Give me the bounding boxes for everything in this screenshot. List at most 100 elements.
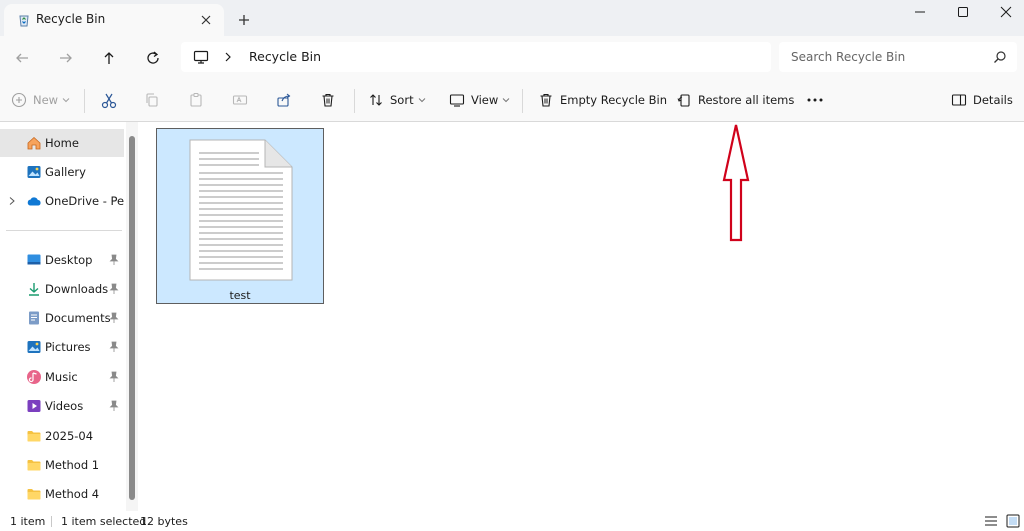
copy-button[interactable] [144, 92, 160, 108]
folder-icon [26, 457, 42, 473]
forward-arrow-icon[interactable] [56, 48, 76, 68]
annotation-arrow-icon [721, 122, 751, 244]
status-bar: 1 item 1 item selected 12 bytes [0, 511, 1024, 531]
sidebar-item-home[interactable]: Home [0, 129, 124, 157]
sidebar-item-pictures[interactable]: Pictures [0, 333, 124, 361]
search-icon[interactable] [993, 50, 1007, 64]
text-file-icon [189, 139, 293, 281]
back-arrow-icon[interactable] [12, 48, 32, 68]
large-icons-view-icon[interactable] [1006, 514, 1020, 528]
sidebar-item-music[interactable]: Music [0, 363, 124, 391]
videos-icon [26, 398, 42, 414]
paste-button[interactable] [188, 92, 204, 108]
sidebar-item-method-1[interactable]: Method 1 [0, 451, 124, 479]
details-button[interactable]: Details [951, 92, 1013, 108]
sidebar-item-label: 2025-04 [45, 429, 94, 443]
view-icon [449, 92, 465, 108]
status-item-count: 1 item [10, 515, 46, 528]
new-button[interactable]: New [11, 92, 70, 108]
sidebar-item-label: Home [45, 136, 79, 150]
up-arrow-icon[interactable] [99, 48, 119, 68]
restore-all-items-button[interactable]: Restore all items [676, 92, 794, 108]
sidebar-divider [6, 230, 122, 231]
chevron-down-icon [62, 96, 70, 104]
pin-icon [109, 312, 119, 324]
copy-icon [144, 92, 160, 108]
toolbar-divider [354, 89, 355, 113]
trash-icon [538, 92, 554, 108]
sort-button-label: Sort [390, 93, 414, 107]
sidebar-item-desktop[interactable]: Desktop [0, 246, 124, 274]
maximize-icon[interactable] [943, 0, 983, 24]
new-button-label: New [33, 93, 59, 107]
home-icon [26, 135, 42, 151]
plus-icon[interactable] [236, 12, 252, 28]
rename-button[interactable] [232, 92, 248, 108]
scissors-icon [100, 92, 118, 110]
pictures-icon [26, 339, 42, 355]
sidebar-item-videos[interactable]: Videos [0, 392, 124, 420]
address-bar[interactable]: Recycle Bin [181, 42, 771, 72]
details-pane-icon [951, 92, 967, 108]
chevron-down-icon [418, 96, 426, 104]
sidebar-item-downloads[interactable]: Downloads [0, 275, 124, 303]
file-name: test [229, 289, 251, 302]
close-icon[interactable] [198, 12, 214, 28]
view-button[interactable]: View [449, 92, 510, 108]
downloads-icon [26, 281, 42, 297]
sidebar-item-folder-2025-04[interactable]: 2025-04 [0, 422, 124, 450]
pin-icon [109, 400, 119, 412]
trash-icon [320, 92, 336, 108]
minimize-icon[interactable] [900, 0, 940, 24]
sidebar-item-method-4[interactable]: Method 4 [0, 480, 124, 508]
cut-button[interactable] [100, 92, 118, 110]
view-button-label: View [471, 93, 499, 107]
sidebar-item-onedrive[interactable]: OneDrive - Personal [0, 187, 125, 215]
onedrive-icon [26, 193, 42, 209]
details-button-label: Details [973, 93, 1013, 107]
details-view-icon[interactable] [984, 514, 998, 528]
tab-recycle-bin[interactable]: Recycle Bin [4, 4, 224, 36]
pin-icon [109, 254, 119, 266]
chevron-right-icon [223, 51, 233, 63]
sidebar-scrollbar[interactable] [126, 122, 138, 511]
delete-button[interactable] [320, 92, 336, 108]
folder-icon [26, 428, 42, 444]
status-size: 12 bytes [140, 515, 188, 528]
pin-icon [109, 371, 119, 383]
share-button[interactable] [276, 92, 292, 108]
share-icon [276, 92, 292, 108]
sidebar-item-documents[interactable]: Documents [0, 304, 124, 332]
toolbar-divider [84, 89, 85, 113]
chevron-right-icon[interactable] [8, 196, 16, 206]
search-input[interactable] [791, 48, 987, 66]
restore-icon [676, 92, 692, 108]
refresh-icon[interactable] [143, 48, 163, 68]
file-view[interactable]: test [139, 122, 1024, 511]
scrollbar-thumb[interactable] [129, 136, 135, 500]
breadcrumb-recycle-bin[interactable]: Recycle Bin [249, 49, 321, 64]
close-window-icon[interactable] [986, 0, 1024, 24]
documents-icon [26, 310, 42, 326]
tab-title: Recycle Bin [36, 12, 106, 26]
empty-recycle-bin-label: Empty Recycle Bin [560, 93, 668, 107]
desktop-icon [26, 252, 42, 268]
search-box[interactable] [779, 42, 1017, 72]
sidebar-item-gallery[interactable]: Gallery [0, 158, 124, 186]
navigation-pane: Home Gallery OneDrive - Personal Desktop… [0, 122, 138, 511]
toolbar-divider [522, 89, 523, 113]
sidebar-item-label: Method 4 [45, 487, 100, 501]
more-options-button[interactable] [806, 92, 824, 108]
gallery-icon [26, 164, 42, 180]
status-selection: 1 item selected [61, 515, 147, 528]
sort-button[interactable]: Sort [368, 92, 426, 108]
music-icon [26, 369, 42, 385]
this-pc-icon [193, 49, 209, 65]
folder-icon [26, 486, 42, 502]
sidebar-item-label: OneDrive - Personal [45, 194, 125, 208]
file-item-test[interactable]: test [156, 128, 324, 304]
restore-all-items-label: Restore all items [698, 93, 795, 107]
empty-recycle-bin-button[interactable]: Empty Recycle Bin [538, 92, 667, 108]
pin-icon [109, 341, 119, 353]
status-divider [51, 516, 52, 527]
